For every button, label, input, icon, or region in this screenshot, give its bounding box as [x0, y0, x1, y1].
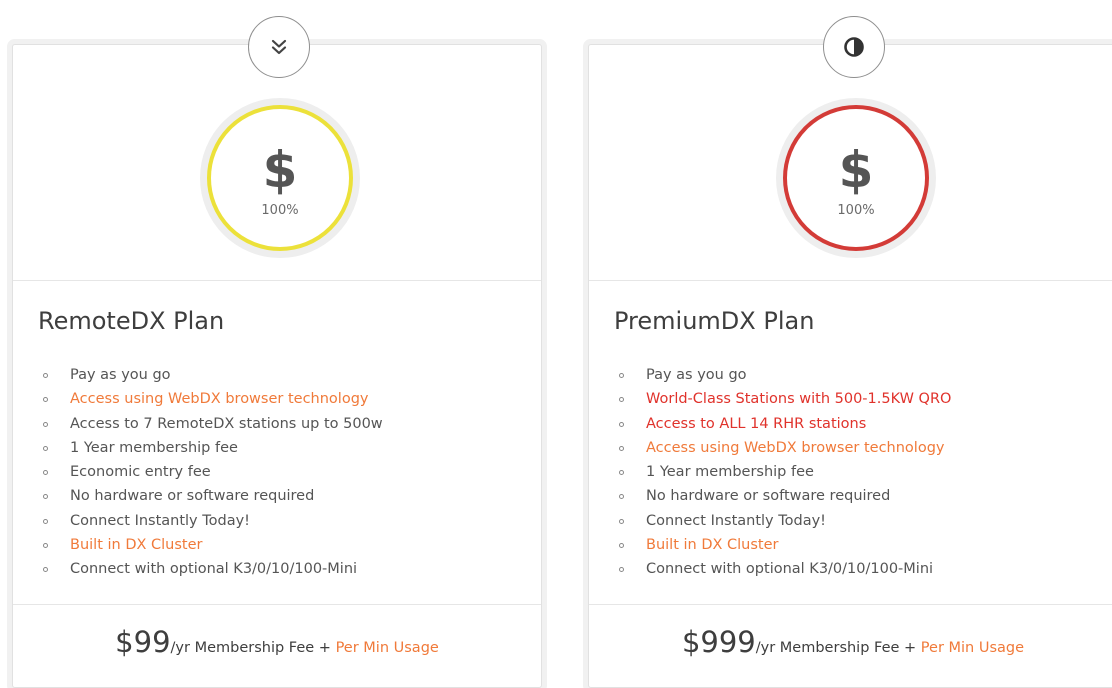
feature-text: 1 Year membership fee — [646, 464, 814, 481]
dollar-icon: $ — [838, 140, 874, 199]
feature-list: Pay as you go World-Class Stations with 5… — [619, 363, 951, 582]
feature-item: Built in DX Cluster — [619, 533, 951, 557]
gauge-percent: 100% — [837, 202, 875, 218]
feature-list: Pay as you go Access using WebDX browser … — [43, 363, 383, 582]
feature-text: Access using WebDX browser technology — [646, 439, 945, 456]
feature-item: Connect Instantly Today! — [43, 509, 383, 533]
bullet-icon — [619, 543, 624, 549]
plan-card-premiumdx: $ 100% PremiumDX Plan Pay as you go World… — [588, 16, 1112, 688]
price-fee-label: Membership Fee + — [189, 640, 336, 656]
bullet-icon — [43, 518, 48, 524]
feature-item: Connect Instantly Today! — [619, 509, 951, 533]
feature-text: Built in DX Cluster — [646, 537, 779, 554]
divider — [13, 604, 541, 605]
bullet-icon — [619, 470, 624, 476]
feature-text: No hardware or software required — [70, 488, 315, 505]
feature-text: Connect Instantly Today! — [70, 512, 250, 529]
feature-item: 1 Year membership fee — [619, 460, 951, 484]
price-amount: $99 — [115, 625, 171, 659]
plan-card-remotedx: $ 100% RemoteDX Plan Pay as you go Access… — [12, 16, 542, 688]
bullet-icon — [619, 421, 624, 427]
bullet-icon — [619, 567, 624, 573]
feature-text: Built in DX Cluster — [70, 537, 203, 554]
bullet-icon — [43, 373, 48, 378]
price-row: $99/yr Membership Fee + Per Min Usage — [13, 625, 541, 659]
price-amount: $999 — [681, 625, 756, 659]
bullet-icon — [619, 373, 624, 378]
divider — [589, 604, 1112, 605]
feature-item: Built in DX Cluster — [43, 533, 383, 557]
feature-text: No hardware or software required — [646, 488, 891, 505]
feature-item: Connect with optional K3/0/10/100-Mini — [619, 557, 951, 581]
feature-item: 1 Year membership fee — [43, 436, 383, 460]
feature-text: Connect with optional K3/0/10/100-Mini — [646, 561, 934, 578]
bullet-icon — [619, 494, 624, 500]
feature-item: Access using WebDX browser technology — [619, 436, 951, 460]
feature-text: Access using WebDX browser technology — [70, 391, 369, 408]
price-suffix: /yr — [755, 640, 776, 656]
feature-item: Access using WebDX browser technology — [43, 387, 383, 411]
price-gauge: $ 100% — [200, 98, 360, 258]
bullet-icon — [619, 445, 624, 451]
feature-text: World-Class Stations with 500-1.5KW QRO — [646, 391, 952, 408]
feature-text: Access to ALL 14 RHR stations — [646, 415, 867, 432]
feature-text: Connect with optional K3/0/10/100-Mini — [70, 561, 358, 578]
price-suffix: /yr — [170, 640, 190, 656]
feature-item: World-Class Stations with 500-1.5KW QRO — [619, 387, 951, 411]
feature-item: Access to ALL 14 RHR stations — [619, 412, 951, 436]
per-min-usage-link[interactable]: Per Min Usage — [336, 640, 439, 656]
feature-item: Access to 7 RemoteDX stations up to 500w — [43, 412, 383, 436]
feature-item: Pay as you go — [43, 363, 383, 387]
divider — [589, 280, 1112, 281]
gauge-ring: $ 100% — [207, 105, 353, 251]
dollar-icon: $ — [262, 140, 298, 199]
price-fee-label: Membership Fee + — [775, 640, 921, 656]
feature-item: Connect with optional K3/0/10/100-Mini — [43, 557, 383, 581]
feature-item: Economic entry fee — [43, 460, 383, 484]
plan-badge[interactable] — [248, 16, 310, 78]
gauge-percent: 100% — [261, 202, 299, 218]
bullet-icon — [43, 567, 48, 573]
feature-text: Economic entry fee — [70, 464, 211, 481]
bullet-icon — [43, 470, 48, 476]
bullet-icon — [43, 397, 48, 403]
double-chevron-down-icon — [271, 39, 287, 55]
bullet-icon — [43, 421, 48, 427]
feature-text: Pay as you go — [70, 367, 171, 383]
bullet-icon — [43, 543, 48, 549]
plan-title: RemoteDX Plan — [38, 307, 225, 335]
divider — [13, 280, 541, 281]
bullet-icon — [619, 397, 624, 403]
feature-text: Connect Instantly Today! — [646, 512, 826, 529]
bullet-icon — [43, 494, 48, 500]
plan-title: PremiumDX Plan — [614, 307, 815, 335]
plan-badge[interactable] — [823, 16, 885, 78]
per-min-usage-link[interactable]: Per Min Usage — [921, 640, 1024, 656]
price-gauge: $ 100% — [776, 98, 936, 258]
bullet-icon — [43, 445, 48, 451]
feature-item: No hardware or software required — [619, 484, 951, 508]
bullet-icon — [619, 518, 624, 524]
feature-text: 1 Year membership fee — [70, 439, 238, 456]
gauge-ring: $ 100% — [783, 105, 929, 251]
feature-text: Pay as you go — [646, 367, 747, 383]
half-circle-contrast-icon — [844, 37, 864, 57]
feature-item: Pay as you go — [619, 363, 951, 387]
feature-item: No hardware or software required — [43, 484, 383, 508]
price-row: $999/yr Membership Fee + Per Min Usage — [589, 625, 1112, 659]
feature-text: Access to 7 RemoteDX stations up to 500w — [70, 415, 383, 432]
